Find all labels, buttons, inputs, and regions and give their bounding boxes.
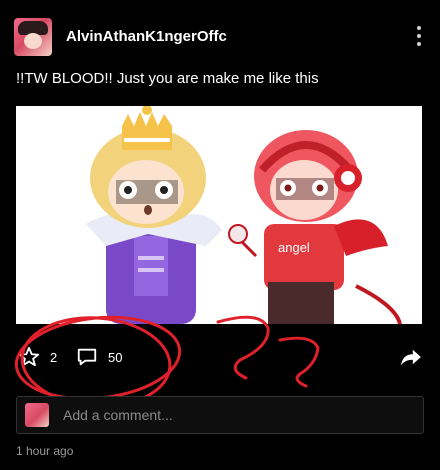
post-header: AlvinAthanK1ngerOffc: [14, 18, 426, 58]
avatar[interactable]: [14, 18, 52, 56]
share-arrow-icon: [401, 349, 421, 366]
post-caption: !!TW BLOOD!! Just you are make me like t…: [16, 70, 319, 87]
svg-text:angel: angel: [278, 240, 310, 255]
comment-composer: [16, 396, 424, 434]
share-button[interactable]: [400, 348, 422, 371]
comment-input[interactable]: [61, 397, 415, 433]
comment-button[interactable]: 50: [76, 346, 122, 368]
like-button[interactable]: 2: [18, 346, 57, 368]
post-actions: 2 50: [14, 338, 426, 374]
username[interactable]: AlvinAthanK1ngerOffc: [66, 28, 227, 45]
post-timestamp: 1 hour ago: [16, 444, 74, 458]
star-outline-icon: [18, 346, 40, 367]
character-left: [86, 106, 222, 324]
speech-bubble-icon: [77, 348, 97, 366]
like-count: 2: [50, 349, 58, 365]
post-image[interactable]: angel: [16, 106, 422, 324]
comment-count: 50: [108, 349, 123, 365]
character-right: angel: [228, 130, 402, 324]
more-options-icon[interactable]: [416, 26, 422, 48]
user-avatar: [25, 403, 49, 427]
